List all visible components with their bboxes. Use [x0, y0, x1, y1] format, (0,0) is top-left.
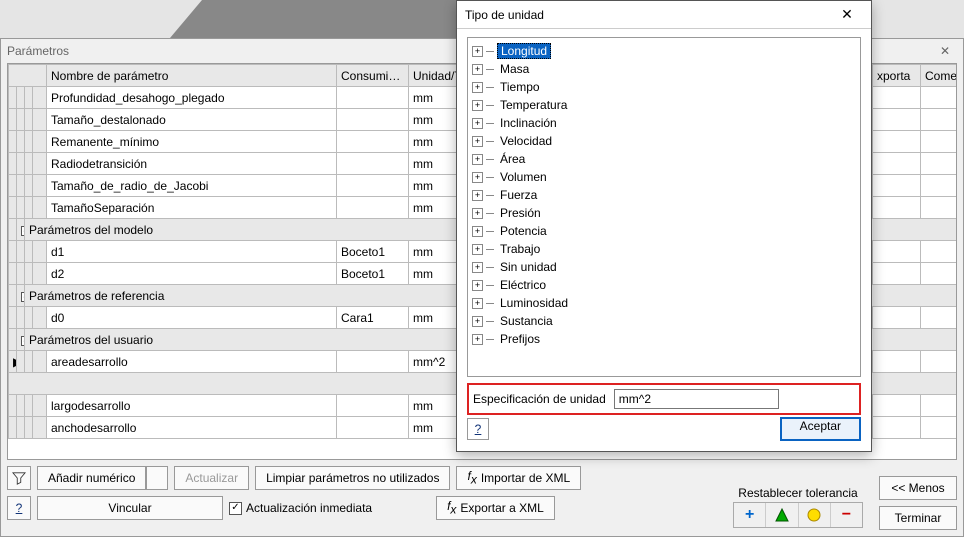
unit-dialog-title: Tipo de unidad	[465, 8, 544, 22]
tree-item-tiempo[interactable]: +Tiempo	[472, 78, 856, 96]
unit-spec-highlight: Especificación de unidad	[467, 383, 861, 415]
col-comment[interactable]: Comentario	[921, 65, 958, 87]
parameters-close-icon[interactable]: ✕	[933, 39, 957, 63]
unit-type-dialog: Tipo de unidad ✕ +Longitud+Masa+Tiempo+T…	[456, 0, 872, 452]
help-icon[interactable]: ?	[7, 496, 31, 520]
tree-item-prefijos[interactable]: +Prefijos	[472, 330, 856, 348]
tree-item-temperatura[interactable]: +Temperatura	[472, 96, 856, 114]
unit-spec-input[interactable]	[614, 389, 779, 409]
unit-dialog-close-icon[interactable]: ✕	[831, 3, 863, 27]
add-numeric-button[interactable]: Añadir numérico	[37, 466, 146, 490]
clean-unused-button[interactable]: Limpiar parámetros no utilizados	[255, 466, 450, 490]
tolerance-icons: + −	[733, 502, 863, 528]
tol-plus-icon[interactable]: +	[734, 503, 766, 527]
col-export[interactable]: xporta	[873, 65, 921, 87]
tol-minus-icon[interactable]: −	[831, 503, 862, 527]
update-button[interactable]: Actualizar	[174, 466, 249, 490]
tree-item-volumen[interactable]: +Volumen	[472, 168, 856, 186]
tree-item-longitud[interactable]: +Longitud	[472, 42, 856, 60]
tol-circle-icon[interactable]	[799, 503, 831, 527]
tree-item-masa[interactable]: +Masa	[472, 60, 856, 78]
tree-item-velocidad[interactable]: +Velocidad	[472, 132, 856, 150]
tree-item-trabajo[interactable]: +Trabajo	[472, 240, 856, 258]
less-button[interactable]: << Menos	[879, 476, 957, 500]
immediate-update-checkbox[interactable]: ✓ Actualización inmediata	[229, 501, 372, 515]
export-xml-button[interactable]: fx Exportar a XML	[436, 496, 555, 520]
add-numeric-dropdown[interactable]	[146, 466, 168, 490]
link-button[interactable]: Vincular	[37, 496, 223, 520]
filter-icon[interactable]	[7, 466, 31, 490]
col-name[interactable]: Nombre de parámetro	[47, 65, 337, 87]
reset-tolerance-label: Restablecer tolerancia	[733, 486, 863, 500]
tree-item-sin-unidad[interactable]: +Sin unidad	[472, 258, 856, 276]
finish-button[interactable]: Terminar	[879, 506, 957, 530]
tol-triangle-icon[interactable]	[766, 503, 798, 527]
tree-item-fuerza[interactable]: +Fuerza	[472, 186, 856, 204]
import-xml-button[interactable]: fx Importar de XML	[456, 466, 581, 490]
tree-item-inclinación[interactable]: +Inclinación	[472, 114, 856, 132]
accept-button[interactable]: Aceptar	[780, 417, 861, 441]
unit-help-icon[interactable]: ?	[467, 418, 489, 440]
tree-item-presión[interactable]: +Presión	[472, 204, 856, 222]
unit-spec-label: Especificación de unidad	[473, 392, 606, 406]
tree-item-área[interactable]: +Área	[472, 150, 856, 168]
col-consumed[interactable]: Consumido p	[337, 65, 409, 87]
tree-item-potencia[interactable]: +Potencia	[472, 222, 856, 240]
tree-item-luminosidad[interactable]: +Luminosidad	[472, 294, 856, 312]
unit-tree[interactable]: +Longitud+Masa+Tiempo+Temperatura+Inclin…	[467, 37, 861, 377]
parameters-bottom-toolbar: Añadir numérico Actualizar Limpiar parám…	[1, 460, 963, 536]
tree-item-eléctrico[interactable]: +Eléctrico	[472, 276, 856, 294]
tree-item-sustancia[interactable]: +Sustancia	[472, 312, 856, 330]
parameters-title: Parámetros	[7, 39, 69, 63]
